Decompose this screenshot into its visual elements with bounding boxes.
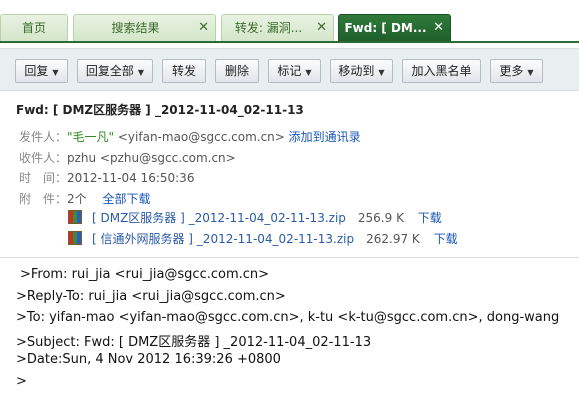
blacklist-button[interactable]: 加入黑名单 [402,59,481,83]
sender-address: <yifan-mao@sgcc.com.cn> [117,130,285,144]
header-divider [0,257,579,258]
reply-label: 回复 [24,64,49,78]
email-subject: Fwd: [ DMZ区服务器 ] _2012-11-04_02-11-13 [16,103,304,117]
body-line: >Reply-To: rui_jia <rui_jia@sgcc.com.cn> [16,289,286,304]
body-line: >From: rui_jia <rui_jia@sgcc.com.cn> [20,267,270,282]
chevron-down-icon: ▼ [305,68,312,77]
recipient: pzhu <pzhu@sgcc.com.cn> [67,151,236,165]
tab-label: Fwd: [ DM... [344,21,427,35]
reply-all-label: 回复全部 [85,64,134,78]
forward-button[interactable]: 转发 [162,59,206,83]
more-label: 更多 [499,64,524,78]
mail-toolbar: 回复 ▼ 回复全部 ▼ 转发 删除 标记 ▼ 移动到 ▼ 加入黑名单 更多 ▼ [0,48,579,91]
attachment-item: [ DMZ区服务器 ] _2012-11-04_02-11-13.zip 256.… [68,209,442,226]
from-row: 发件人："毛一凡" <yifan-mao@sgcc.com.cn> 添加到通讯录 [19,128,361,145]
chevron-down-icon: ▼ [137,68,145,77]
tab-label: 搜索结果 [111,21,160,35]
move-to-label: 移动到 [338,64,375,78]
zip-file-icon [68,231,82,245]
chevron-down-icon: ▼ [527,68,534,77]
tab-home[interactable]: 首页 [0,14,68,41]
attachment-size: 256.9 K [357,211,404,225]
body-line: >Date:Sun, 4 Nov 2012 16:39:26 +0800 [16,352,281,367]
tab-forward-vuln[interactable]: 转发: 漏洞... ✕ [221,14,334,41]
attachment-count: 2个 [67,192,87,206]
chevron-down-icon: ▼ [52,68,59,77]
time-label: 时 间： [19,171,68,185]
to-label: 收件人： [19,151,68,165]
attachments-label: 附 件： [19,192,68,206]
attachment-item: [ 信通外网服务器 ] _2012-11-04_02-11-13.zip 262.… [68,230,458,247]
chevron-down-icon: ▼ [378,68,385,77]
close-icon[interactable]: ✕ [316,15,327,41]
tab-label: 转发: 漏洞... [234,21,303,35]
close-icon[interactable]: ✕ [433,15,444,41]
mark-button[interactable]: 标记 ▼ [268,59,321,83]
tab-fwd-dmz[interactable]: Fwd: [ DM... ✕ [338,14,451,41]
attachment-size: 262.97 K [366,232,420,246]
tab-bar: 首页 搜索结果 ✕ 转发: 漏洞... ✕ Fwd: [ DM... ✕ [0,0,579,43]
move-to-button[interactable]: 移动到 ▼ [330,59,393,83]
close-icon[interactable]: ✕ [198,15,209,41]
time-row: 时 间：2012-11-04 16:50:36 [19,169,194,186]
tab-search-results[interactable]: 搜索结果 ✕ [73,14,216,41]
tab-label: 首页 [21,21,46,35]
body-line: >To: yifan-mao <yifan-mao@sgcc.com.cn>, … [16,310,560,325]
download-link[interactable]: 下载 [434,232,458,246]
delete-button[interactable]: 删除 [215,59,259,83]
download-link[interactable]: 下载 [418,211,442,225]
mark-label: 标记 [277,64,302,78]
body-line: >Subject: Fwd: [ DMZ区服务器 ] _2012-11-04_0… [16,335,372,350]
download-all-link[interactable]: 全部下载 [102,192,150,206]
more-button[interactable]: 更多 ▼ [490,59,543,83]
attachment-name[interactable]: [ DMZ区服务器 ] _2012-11-04_02-11-13.zip [92,211,346,225]
from-label: 发件人： [19,130,68,144]
sender-name[interactable]: "毛一凡" [67,130,114,144]
attachment-name[interactable]: [ 信通外网服务器 ] _2012-11-04_02-11-13.zip [92,232,354,246]
add-contact-link[interactable]: 添加到通讯录 [289,130,361,144]
attachments-row: 附 件：2个 全部下载 [19,190,150,207]
reply-button[interactable]: 回复 ▼ [15,59,68,83]
to-row: 收件人：pzhu <pzhu@sgcc.com.cn> [19,149,236,166]
body-line: > [16,374,27,389]
sent-time: 2012-11-04 16:50:36 [67,171,195,185]
tab-underline [0,41,579,43]
zip-file-icon [68,210,82,224]
reply-all-button[interactable]: 回复全部 ▼ [77,59,153,83]
